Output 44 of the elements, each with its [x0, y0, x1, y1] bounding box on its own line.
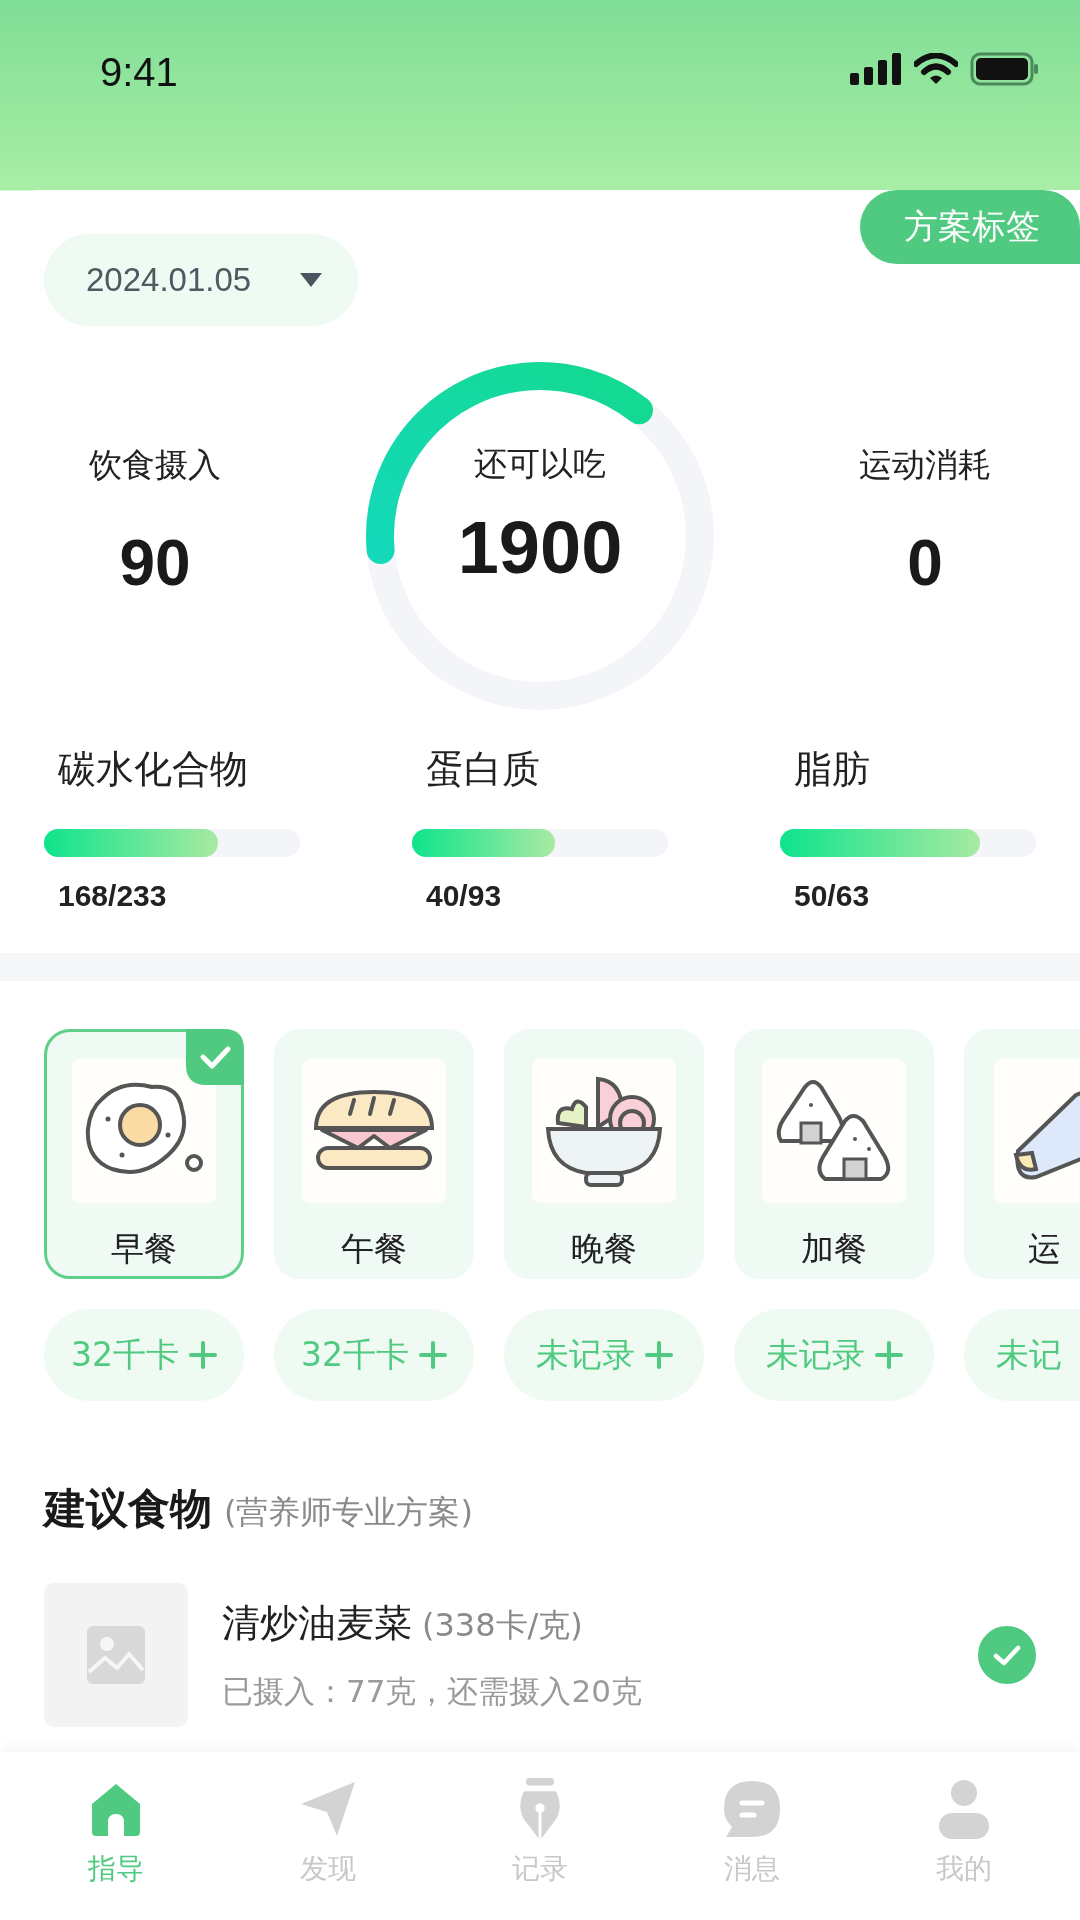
meal-card[interactable]: 晚餐 — [504, 1029, 704, 1279]
meal-card[interactable]: 午餐 — [274, 1029, 474, 1279]
meal-calories-chip[interactable]: 未记录 — [504, 1309, 704, 1401]
macro-name: 蛋白质 — [426, 746, 541, 793]
plan-tag-button[interactable]: 方案标签 — [860, 190, 1080, 264]
macro-reading: 40/93 — [426, 879, 503, 913]
food-intake-detail: 已摄入：77克，还需摄入20克 — [222, 1671, 643, 1711]
macro-name: 碳水化合物 — [58, 746, 249, 793]
dropdown-caret-icon — [300, 273, 322, 287]
status-time: 9:41 — [100, 50, 178, 95]
remaining-value: 1900 — [457, 505, 623, 590]
suggested-food-subtitle: (营养师专业方案) — [224, 1492, 473, 1533]
meal-calories-chip[interactable]: 未记录 — [734, 1309, 934, 1401]
person-icon — [939, 1778, 989, 1840]
selected-check-badge-icon — [186, 1029, 244, 1085]
chat-bubble-icon — [722, 1778, 782, 1840]
meal-calories-chip[interactable]: 32千卡 — [274, 1309, 474, 1401]
intake-label: 饮食摄入 — [89, 443, 221, 486]
tab-bar-item[interactable]: 指导 — [26, 1778, 206, 1920]
battery-icon — [970, 52, 1040, 86]
plus-icon — [419, 1341, 447, 1369]
signal-icon — [850, 53, 902, 85]
wifi-icon — [914, 53, 958, 85]
food-name: 清炒油麦菜 — [222, 1599, 412, 1647]
meal-card[interactable]: 早餐 — [44, 1029, 244, 1279]
intake-value: 90 — [119, 525, 191, 600]
meal-card[interactable]: 加餐 — [734, 1029, 934, 1279]
suggested-food-title: 建议食物 — [44, 1483, 212, 1535]
plus-icon — [644, 1341, 673, 1369]
food-calorie-unit: (338卡/克) — [422, 1604, 583, 1646]
macro-reading: 50/63 — [794, 879, 871, 913]
remaining-label: 还可以吃 — [474, 443, 606, 485]
burned-label: 运动消耗 — [859, 443, 991, 486]
meal-card[interactable]: 运 — [964, 1029, 1080, 1279]
meal-calories-chip[interactable]: 未记 — [964, 1309, 1080, 1401]
image-icon — [87, 1626, 145, 1684]
burned-value: 0 — [907, 525, 943, 600]
plus-icon — [189, 1341, 217, 1369]
date-picker[interactable]: 2024.01.05 — [44, 234, 358, 326]
macro-reading: 168/233 — [58, 879, 168, 913]
check-circle-icon[interactable] — [978, 1626, 1036, 1684]
meal-calories-chip[interactable]: 32千卡 — [44, 1309, 244, 1401]
plus-icon — [874, 1341, 903, 1369]
macro-name: 脂肪 — [794, 746, 871, 793]
